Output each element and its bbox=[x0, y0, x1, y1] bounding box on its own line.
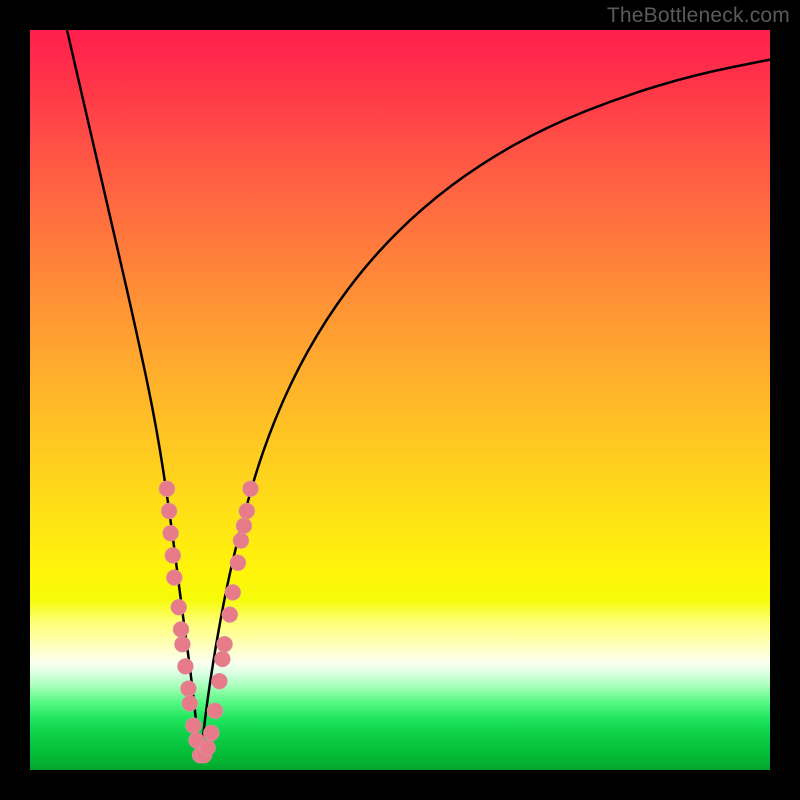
scatter-point bbox=[225, 584, 241, 600]
watermark-label: TheBottleneck.com bbox=[607, 4, 790, 28]
scatter-point bbox=[180, 681, 196, 697]
scatter-point bbox=[166, 570, 182, 586]
scatter-point bbox=[186, 718, 202, 734]
scatter-point bbox=[230, 555, 246, 571]
scatter-point bbox=[171, 599, 187, 615]
scatter-group bbox=[159, 481, 259, 763]
bottleneck-curve-line bbox=[67, 30, 770, 745]
scatter-point bbox=[203, 725, 219, 741]
scatter-point bbox=[174, 636, 190, 652]
scatter-point bbox=[236, 518, 252, 534]
scatter-point bbox=[243, 481, 259, 497]
scatter-point bbox=[211, 673, 227, 689]
scatter-point bbox=[161, 503, 177, 519]
scatter-point bbox=[177, 658, 193, 674]
scatter-point bbox=[159, 481, 175, 497]
plot-area bbox=[30, 30, 770, 770]
scatter-point bbox=[222, 607, 238, 623]
scatter-point bbox=[214, 651, 230, 667]
scatter-point bbox=[233, 533, 249, 549]
chart-frame: TheBottleneck.com bbox=[0, 0, 800, 800]
scatter-point bbox=[173, 621, 189, 637]
scatter-point bbox=[163, 525, 179, 541]
scatter-point bbox=[165, 547, 181, 563]
scatter-point bbox=[239, 503, 255, 519]
chart-svg bbox=[30, 30, 770, 770]
scatter-point bbox=[217, 636, 233, 652]
scatter-point bbox=[207, 703, 223, 719]
scatter-point bbox=[200, 740, 216, 756]
scatter-point bbox=[182, 695, 198, 711]
